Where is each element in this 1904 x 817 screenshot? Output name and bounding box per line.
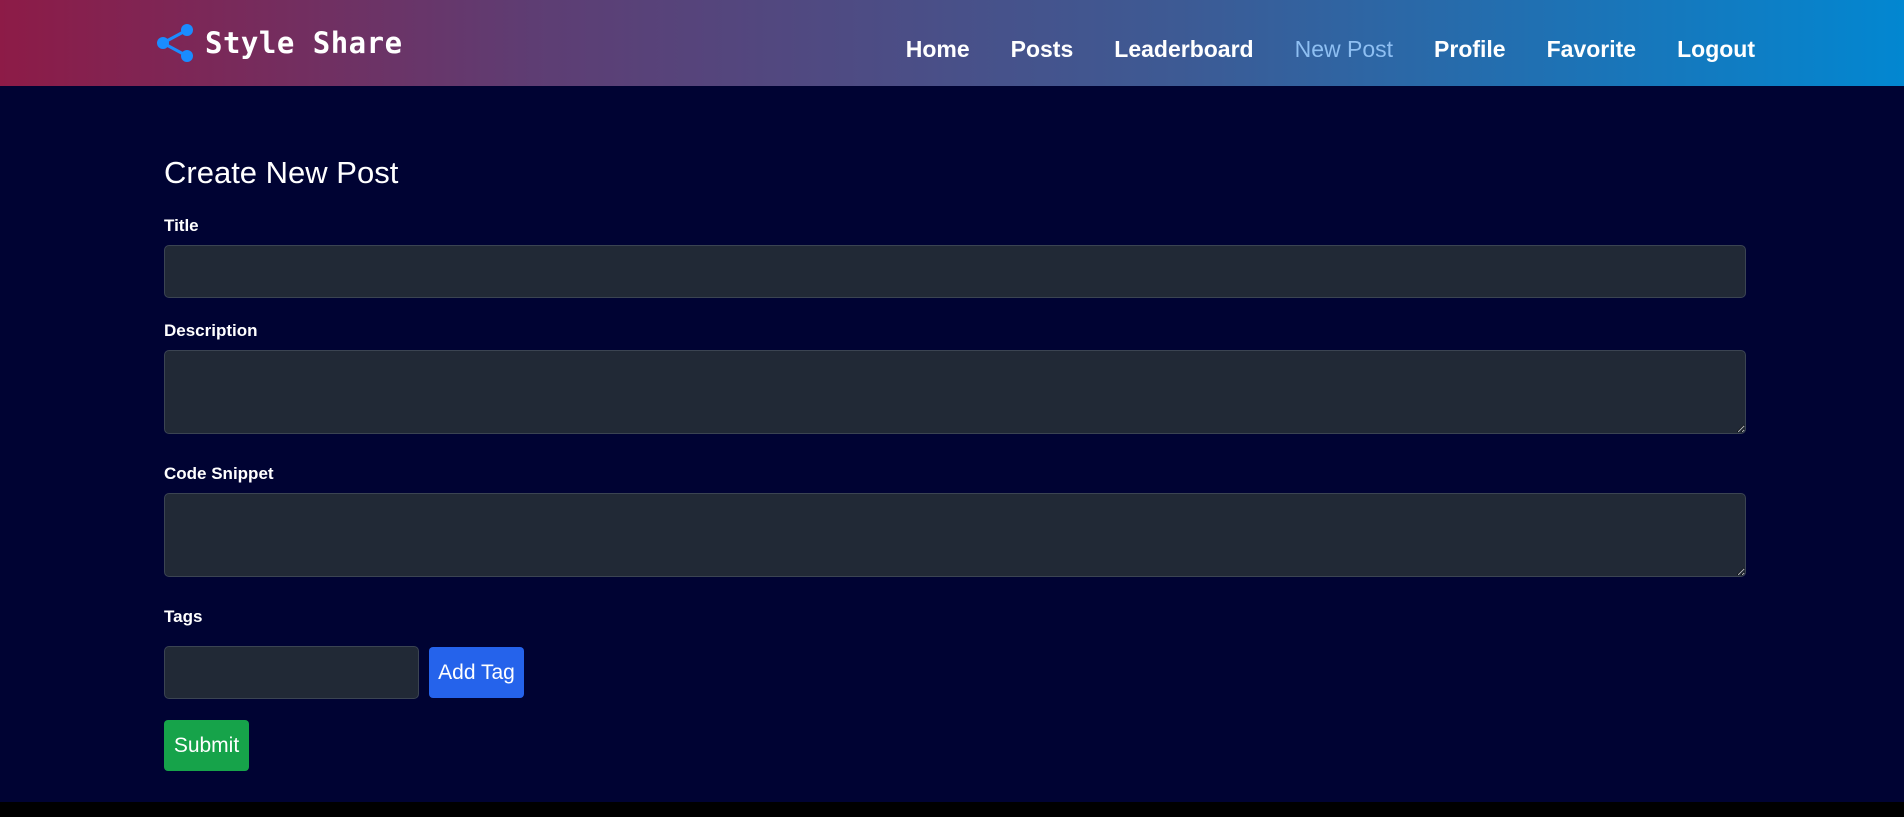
code-snippet-label: Code Snippet	[164, 464, 274, 483]
code-snippet-textarea[interactable]	[164, 493, 1746, 577]
nav-link-home[interactable]: Home	[906, 36, 970, 63]
nav-link-profile[interactable]: Profile	[1434, 36, 1506, 63]
footer-strip	[0, 802, 1904, 817]
nav-link-favorite[interactable]: Favorite	[1547, 36, 1636, 63]
main-content: Create New Post Title Description Code S…	[0, 86, 1904, 802]
nav-link-leaderboard[interactable]: Leaderboard	[1114, 36, 1253, 63]
navbar: Style Share Home Posts Leaderboard New P…	[0, 0, 1904, 86]
nav-menu: Home Posts Leaderboard New Post Profile …	[865, 0, 1755, 86]
share-icon	[157, 24, 193, 62]
brand[interactable]: Style Share	[155, 22, 403, 64]
tag-input[interactable]	[164, 646, 419, 699]
nav-link-posts[interactable]: Posts	[1011, 36, 1074, 63]
add-tag-button[interactable]: Add Tag	[429, 647, 524, 698]
title-label: Title	[164, 216, 199, 235]
description-textarea[interactable]	[164, 350, 1746, 434]
nav-link-logout[interactable]: Logout	[1677, 36, 1755, 63]
description-label: Description	[164, 321, 258, 340]
title-input[interactable]	[164, 245, 1746, 298]
page-title: Create New Post	[164, 155, 399, 190]
submit-button[interactable]: Submit	[164, 720, 249, 771]
tags-label: Tags	[164, 607, 203, 626]
brand-name: Style Share	[205, 26, 403, 60]
nav-link-new-post[interactable]: New Post	[1295, 36, 1393, 63]
